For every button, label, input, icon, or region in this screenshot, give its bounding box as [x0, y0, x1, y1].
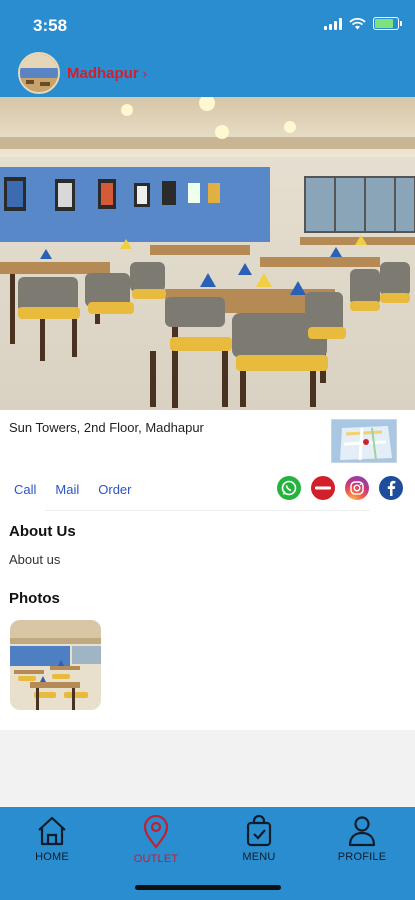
- nav-home[interactable]: HOME: [12, 815, 92, 863]
- outlet-address: Sun Towers, 2nd Floor, Madhapur: [9, 420, 204, 435]
- location-pin-icon: [143, 815, 169, 849]
- order-link[interactable]: Order: [98, 482, 131, 497]
- photos-heading: Photos: [9, 590, 60, 607]
- nav-label-outlet: OUTLET: [133, 853, 179, 865]
- about-heading: About Us: [9, 523, 76, 540]
- photo-thumbnail[interactable]: [10, 620, 101, 710]
- shopping-bag-icon: [246, 815, 272, 847]
- about-text: About us: [9, 552, 61, 567]
- chevron-right-icon: ›: [142, 65, 148, 81]
- outlet-avatar: [18, 52, 60, 94]
- outlet-actions: Call Mail Order: [14, 482, 131, 497]
- app-header: 3:58 Madhapur ›: [0, 0, 415, 97]
- nav-label-menu: MENU: [242, 851, 276, 863]
- call-link[interactable]: Call: [14, 482, 36, 497]
- outlet-name: Madhapur: [67, 64, 139, 82]
- map-thumbnail[interactable]: [331, 419, 397, 463]
- nav-label-home: HOME: [35, 851, 69, 863]
- user-icon: [348, 816, 376, 847]
- mail-link[interactable]: Mail: [55, 482, 79, 497]
- social-links: [277, 476, 403, 500]
- whatsapp-icon[interactable]: [277, 476, 301, 500]
- outlet-selector[interactable]: Madhapur ›: [18, 52, 147, 94]
- nav-outlet[interactable]: OUTLET: [116, 815, 196, 865]
- instagram-icon[interactable]: [345, 476, 369, 500]
- status-icons: [324, 17, 402, 30]
- status-time: 3:58: [33, 16, 68, 35]
- nav-profile[interactable]: PROFILE: [322, 815, 402, 863]
- zomato-icon[interactable]: [311, 476, 335, 500]
- facebook-icon[interactable]: [379, 476, 403, 500]
- nav-label-profile: PROFILE: [337, 851, 387, 863]
- cellular-signal-icon: [324, 17, 342, 30]
- home-indicator: [135, 885, 281, 890]
- outlet-hero-image: [0, 97, 415, 410]
- divider: [45, 510, 370, 511]
- outlet-details: Sun Towers, 2nd Floor, Madhapur Call Mai…: [0, 410, 415, 730]
- wifi-icon: [349, 17, 366, 29]
- nav-menu[interactable]: MENU: [219, 815, 299, 863]
- home-icon: [38, 816, 66, 846]
- battery-icon: [373, 17, 402, 30]
